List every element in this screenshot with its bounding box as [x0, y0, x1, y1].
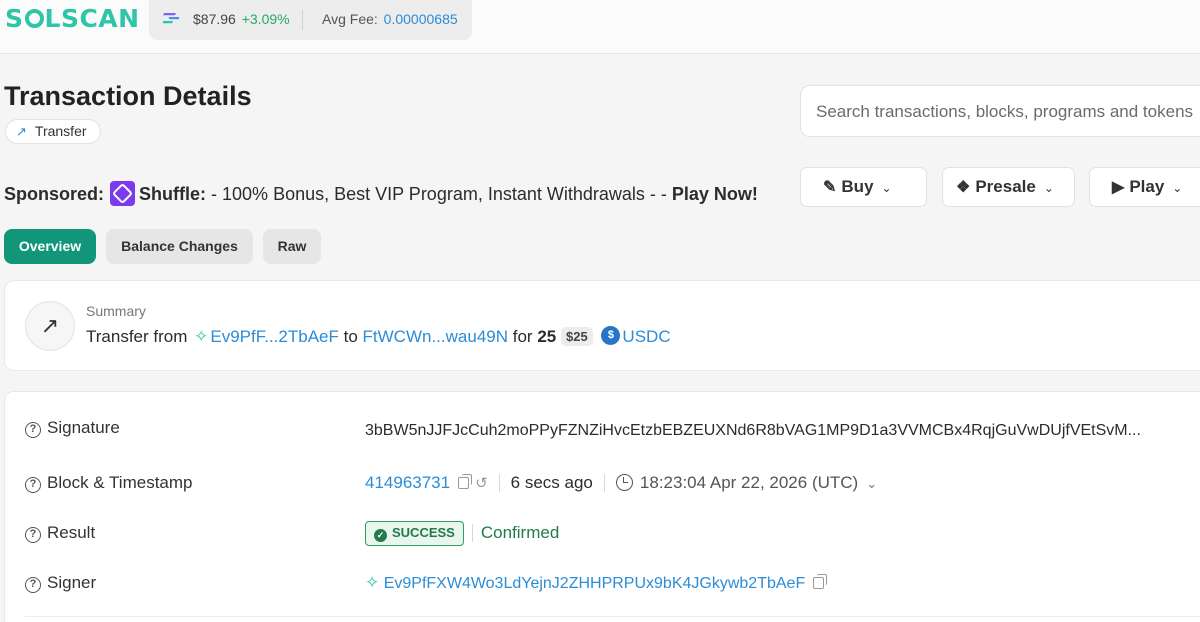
tab-balance-changes[interactable]: Balance Changes [106, 229, 253, 264]
presale-icon: ❖ [956, 179, 971, 196]
usd-value-badge: $25 [560, 327, 593, 346]
divider [471, 524, 473, 542]
arrow-up-right-icon: ↗ [25, 301, 75, 351]
solana-icon [163, 13, 179, 24]
sparkle-icon: ✧ [365, 573, 380, 592]
help-icon[interactable]: ? [25, 422, 41, 438]
from-address-link[interactable]: Ev9PfF...2TbAeF [210, 327, 339, 346]
monitor-play-icon: ▶ [1112, 179, 1125, 196]
tag-icon: ✎ [823, 179, 837, 196]
details-card: ? Signature 3bBW5nJJFJcCuh2moPPyFZNZiHvcE… [4, 391, 1200, 622]
sol-price-change: +3.09% [241, 11, 290, 27]
check-circle-icon: ✓ [374, 529, 387, 542]
help-icon[interactable]: ? [25, 527, 41, 543]
help-icon[interactable]: ? [25, 577, 41, 593]
page-title: Transaction Details [4, 81, 252, 111]
signer-address-link[interactable]: Ev9PfFXW4Wo3LdYejnJ2ZHHPRPUx9bK4JGkywb2T… [384, 575, 806, 592]
tab-raw[interactable]: Raw [263, 229, 321, 264]
usdc-icon [601, 326, 621, 345]
time-ago: 6 secs ago [510, 473, 593, 492]
chevron-down-icon: ⌄ [1043, 181, 1054, 195]
sponsor-brand: Shuffle: [139, 184, 207, 204]
transaction-type-badge: ↗ Transfer [5, 119, 101, 144]
sponsor-cta[interactable]: Play Now! [672, 184, 758, 204]
transfer-amount: 25 [537, 327, 557, 346]
signature-value: 3bBW5nJJFJcCuh2moPPyFZNZiHvcEtzbEBZEUXNd… [365, 422, 1141, 439]
presale-dropdown[interactable]: ❖ Presale ⌄ [942, 167, 1075, 207]
signer-label: ? Signer [25, 573, 96, 593]
chevron-down-icon[interactable]: ⌄ [866, 476, 877, 491]
copy-icon[interactable] [458, 474, 473, 489]
buy-dropdown[interactable]: ✎ Buy ⌄ [800, 167, 927, 207]
sponsor-text: - 100% Bonus, Best VIP Program, Instant … [211, 184, 667, 204]
avg-fee: Avg Fee: 0.00000685 [322, 11, 458, 27]
avg-fee-value: 0.00000685 [383, 11, 458, 27]
token-link[interactable]: USDC [622, 327, 670, 346]
confirmation-status: Confirmed [480, 523, 560, 542]
block-timestamp-value: 414963731 ↺ 6 secs ago 18:23:04 Apr 22, 202… [365, 473, 877, 493]
play-dropdown[interactable]: ▶ Play ⌄ [1089, 167, 1200, 207]
ticker-divider [302, 10, 303, 30]
signature-label: ? Signature [25, 418, 120, 438]
summary-label: Summary [86, 303, 146, 319]
divider [603, 474, 605, 492]
sol-price: $87.96 +3.09% [193, 11, 290, 27]
result-value: ✓ SUCCESS Confirmed [365, 521, 559, 546]
solscan-logo[interactable]: S LSCAN [5, 4, 140, 33]
history-icon[interactable]: ↺ [475, 474, 488, 492]
price-ticker: $87.96 +3.09% Avg Fee: 0.00000685 [149, 0, 472, 40]
summary-card: ↗ Summary Transfer from ✧ Ev9PfF...2TbAeF… [4, 280, 1200, 371]
copy-icon[interactable] [813, 574, 828, 589]
shuffle-logo-icon [110, 181, 136, 206]
arrow-up-right-icon: ↗ [16, 124, 27, 139]
tab-overview[interactable]: Overview [4, 229, 96, 264]
summary-text: Transfer from ✧ Ev9PfF...2TbAeF to FtWCWn… [86, 326, 671, 347]
sponsored-label: Sponsored: [4, 184, 105, 204]
sponsored-banner[interactable]: Sponsored: Shuffle: - 100% Bonus, Best VI… [4, 181, 758, 206]
block-link[interactable]: 414963731 [365, 473, 450, 492]
help-icon[interactable]: ? [25, 477, 41, 493]
result-label: ? Result [25, 523, 95, 543]
top-bar: S LSCAN $87.96 +3.09% Avg Fee: 0.00000685 [0, 0, 1200, 54]
search-input[interactable]: Search transactions, blocks, programs an… [800, 85, 1200, 137]
to-address-link[interactable]: FtWCWn...wau49N [363, 327, 508, 346]
chevron-down-icon: ⌄ [1172, 181, 1183, 195]
status-badge: ✓ SUCCESS [365, 521, 464, 546]
search-placeholder: Search transactions, blocks, programs an… [816, 102, 1194, 121]
row-divider [25, 616, 1200, 617]
sparkle-icon: ✧ [194, 327, 209, 346]
timestamp: 18:23:04 Apr 22, 2026 (UTC) [639, 473, 859, 492]
signer-value: ✧ Ev9PfFXW4Wo3LdYejnJ2ZHHPRPUx9bK4JGkywb… [365, 573, 828, 593]
divider [498, 474, 500, 492]
chevron-down-icon: ⌄ [881, 181, 892, 195]
block-timestamp-label: ? Block & Timestamp [25, 473, 193, 493]
clock-icon [615, 474, 633, 491]
